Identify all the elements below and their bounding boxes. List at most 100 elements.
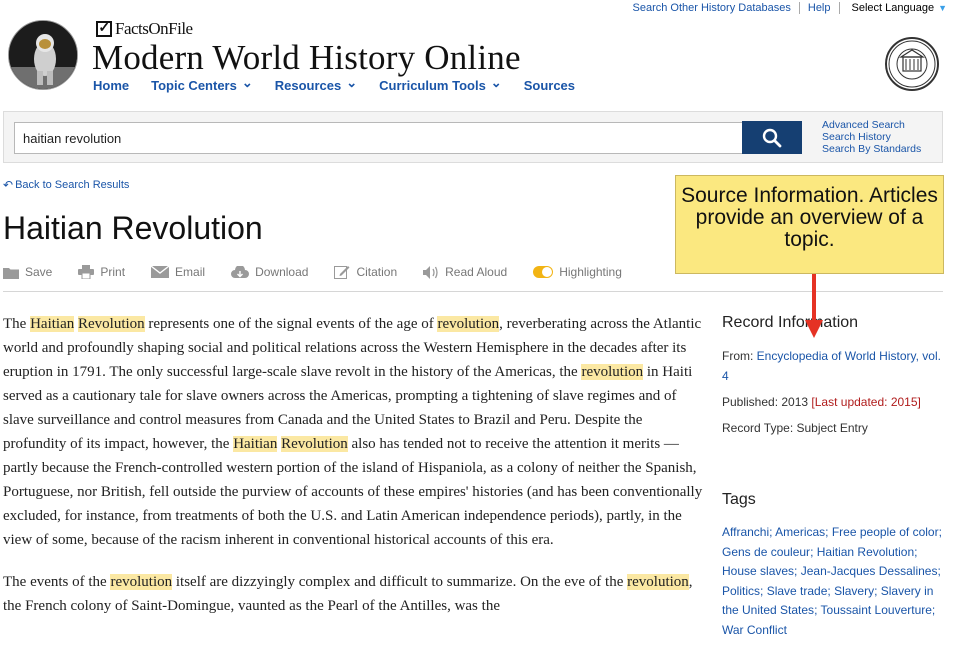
- nav-label: Curriculum Tools: [379, 78, 486, 93]
- record-published: Published: 2013 [Last updated: 2015]: [722, 392, 947, 412]
- divider: [798, 2, 800, 14]
- astronaut-image: [8, 20, 78, 90]
- published-label: Published: 2013: [722, 395, 809, 409]
- back-to-results-link[interactable]: ↶ Back to Search Results: [3, 178, 129, 192]
- main-nav: Home Topic Centers ⌄ Resources ⌄ Curriculum T…: [93, 74, 597, 94]
- search-input[interactable]: [14, 122, 744, 154]
- nav-label: Resources: [274, 78, 342, 93]
- tag-link[interactable]: Haitian Revolution: [817, 545, 914, 559]
- chevron-down-icon: ⌄: [490, 74, 502, 90]
- site-title[interactable]: Modern World History Online: [92, 38, 521, 78]
- chevron-down-icon: ⌄: [346, 74, 358, 90]
- article-text: also has tended not to receive the atten…: [3, 436, 703, 548]
- article-toolbar: Save Print Email Download Citation Read …: [3, 262, 648, 282]
- read-aloud-label: Read Aloud: [445, 265, 508, 279]
- record-type: Record Type: Subject Entry: [722, 421, 868, 435]
- search-term-highlight: Revolution: [77, 316, 145, 332]
- search-links: Advanced Search Search History Search By…: [822, 119, 921, 155]
- printer-icon: [78, 265, 95, 279]
- article-text: represents one of the signal events of t…: [144, 316, 438, 332]
- email-label: Email: [175, 265, 206, 279]
- search-term-highlight: revolution: [110, 574, 173, 590]
- tag-link[interactable]: Jean-Jacques Dessalines: [801, 564, 938, 578]
- toggle-switch-icon: [533, 266, 554, 278]
- search-term-highlight: revolution: [581, 364, 644, 380]
- edit-icon: [334, 266, 350, 279]
- article-paragraph: The events of the revolution itself are …: [3, 570, 703, 618]
- search-term-highlight: Revolution: [281, 436, 348, 452]
- last-updated-label: [Last updated: 2015]: [811, 395, 921, 409]
- tag-link[interactable]: Slavery: [834, 584, 874, 598]
- article-paragraph: The Haitian Revolution represents one of…: [3, 312, 703, 552]
- language-select-label: Select Language: [851, 2, 935, 14]
- advanced-search-link[interactable]: Advanced Search: [822, 119, 921, 131]
- nav-topic-centers[interactable]: Topic Centers ⌄: [151, 74, 253, 94]
- download-label: Download: [255, 265, 309, 279]
- tag-link[interactable]: Toussaint Louverture: [821, 603, 932, 617]
- tags-heading: Tags: [722, 491, 756, 508]
- download-button[interactable]: Download: [231, 265, 308, 279]
- print-label: Print: [100, 265, 126, 279]
- annotation-arrow-head: [805, 320, 823, 338]
- tag-link[interactable]: Americas: [775, 525, 825, 539]
- highlighting-toggle[interactable]: Highlighting: [533, 265, 622, 279]
- search-by-standards-link[interactable]: Search By Standards: [822, 143, 921, 155]
- annotation-callout: Source Information. Articles provide an …: [675, 175, 944, 274]
- divider: [3, 291, 943, 292]
- save-label: Save: [25, 265, 53, 279]
- article-text: The: [3, 316, 31, 332]
- checkbox-logo-icon: ✓: [96, 21, 112, 37]
- tag-link[interactable]: War Conflict: [722, 623, 787, 637]
- cloud-download-icon: [231, 265, 250, 278]
- help-link[interactable]: Help: [808, 2, 831, 14]
- tags-section: Tags Affranchi; Americas; Free people of…: [722, 491, 947, 640]
- search-term-highlight: revolution: [627, 574, 689, 590]
- citation-button[interactable]: Citation: [334, 265, 397, 279]
- divider: [838, 2, 840, 14]
- facts-on-file-logo: ✓ FactsOnFile: [96, 19, 193, 39]
- article-text: The events of the: [3, 574, 111, 590]
- read-aloud-button[interactable]: Read Aloud: [423, 265, 507, 279]
- search-other-databases-link[interactable]: Search Other History Databases: [633, 2, 791, 14]
- record-information: Record Information From: Encyclopedia of…: [722, 314, 947, 444]
- annotation-arrow: [812, 274, 816, 326]
- search-term-highlight: revolution: [437, 316, 500, 332]
- publisher-name: FactsOnFile: [115, 19, 193, 38]
- tag-link[interactable]: Politics: [722, 584, 760, 598]
- language-select[interactable]: Select Language ▼: [852, 2, 948, 14]
- speaker-icon: [423, 265, 438, 279]
- nav-sources[interactable]: Sources: [524, 78, 575, 93]
- tag-link[interactable]: House slaves: [722, 564, 794, 578]
- page-title: Haitian Revolution: [3, 210, 263, 246]
- library-seal-logo: [885, 37, 939, 91]
- email-button[interactable]: Email: [151, 265, 205, 279]
- nav-home[interactable]: Home: [93, 78, 129, 93]
- tag-link[interactable]: Slave trade: [767, 584, 828, 598]
- tag-list: Affranchi; Americas; Free people of colo…: [722, 525, 942, 637]
- search-button[interactable]: [742, 121, 802, 154]
- print-button[interactable]: Print: [78, 265, 125, 279]
- record-from: From: Encyclopedia of World History, vol…: [722, 346, 947, 386]
- tag-link[interactable]: Affranchi: [722, 525, 769, 539]
- nav-label: Home: [93, 78, 130, 93]
- nav-label: Sources: [523, 78, 576, 93]
- back-link-label: Back to Search Results: [15, 179, 130, 191]
- article-text: itself are dizzyingly complex and diffic…: [172, 574, 628, 590]
- from-label: From:: [722, 349, 757, 363]
- article-body: The Haitian Revolution represents one of…: [3, 312, 703, 636]
- nav-curriculum-tools[interactable]: Curriculum Tools ⌄: [379, 74, 502, 94]
- highlighting-label: Highlighting: [559, 265, 622, 279]
- search-term-highlight: Haitian: [233, 436, 278, 452]
- envelope-icon: [151, 266, 170, 278]
- tag-link[interactable]: Free people of color: [832, 525, 939, 539]
- save-button[interactable]: Save: [3, 265, 52, 279]
- chevron-down-icon: ⌄: [241, 74, 253, 90]
- citation-label: Citation: [356, 265, 398, 279]
- search-term-highlight: Haitian: [30, 316, 75, 332]
- utility-bar: Search Other History Databases Help Sele…: [633, 0, 947, 16]
- nav-resources[interactable]: Resources ⌄: [274, 74, 358, 94]
- search-history-link[interactable]: Search History: [822, 131, 921, 143]
- folder-icon: [3, 267, 19, 279]
- nav-label: Topic Centers: [151, 78, 237, 93]
- tag-link[interactable]: Gens de couleur: [722, 545, 810, 559]
